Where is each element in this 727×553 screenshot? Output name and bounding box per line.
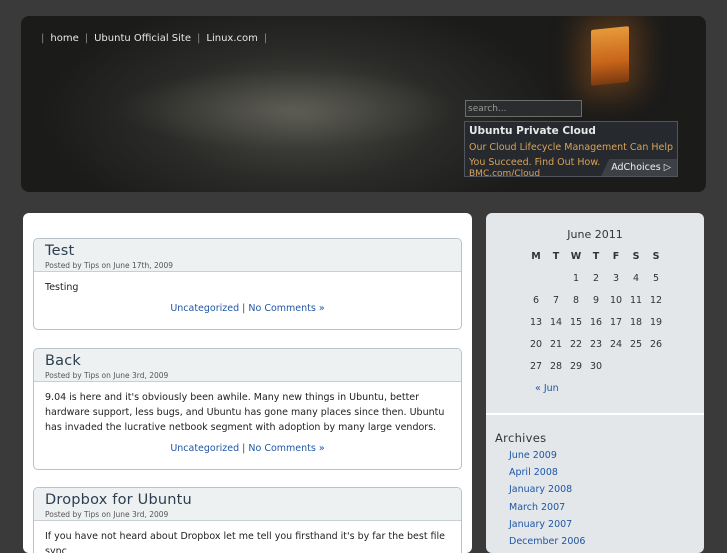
calendar-day: 5	[652, 273, 660, 284]
weekday-label: S	[652, 251, 660, 262]
calendar-day: 9	[592, 295, 600, 306]
archive-link[interactable]: January 2008	[509, 484, 585, 501]
calendar-day: 25	[629, 339, 643, 350]
calendar-day: 13	[529, 317, 543, 328]
ad-url[interactable]: BMC.com/Cloud	[469, 169, 540, 176]
calendar-day	[626, 356, 646, 378]
calendar-day: 7	[552, 295, 560, 306]
calendar-day	[546, 268, 566, 290]
nav-ubuntu-official-link[interactable]: Ubuntu Official Site	[94, 33, 191, 44]
calendar-day: 21	[549, 339, 563, 350]
main-content: Test Posted by Tips on June 17th, 2009 T…	[23, 213, 472, 553]
archive-link[interactable]: December 2006	[509, 536, 585, 553]
archive-link[interactable]: June 2009	[509, 450, 585, 467]
calendar-day	[526, 268, 546, 290]
weekday-label: M	[531, 251, 541, 262]
calendar-day: 27	[529, 361, 543, 372]
comments-link[interactable]: No Comments »	[248, 303, 324, 314]
nav-separator: |	[197, 33, 201, 44]
calendar-day: 6	[532, 295, 540, 306]
calendar-day: 4	[632, 273, 640, 284]
calendar-day: 14	[549, 317, 563, 328]
nav-home-link[interactable]: home	[50, 33, 78, 44]
weekday-label: S	[632, 251, 640, 262]
archive-link[interactable]: January 2007	[509, 519, 585, 536]
calendar-day: 28	[549, 361, 563, 372]
post: Back Posted by Tips on June 3rd, 2009 9.…	[33, 348, 462, 470]
ad-title[interactable]: Ubuntu Private Cloud	[469, 125, 596, 137]
calendar-day: 1	[572, 273, 580, 284]
post-body: 9.04 is here and it's obviously been awh…	[45, 392, 445, 433]
top-nav: | home | Ubuntu Official Site | Linux.com |	[35, 33, 273, 44]
header-lamp-graphic	[591, 26, 629, 86]
post-footer: Uncategorized | No Comments »	[34, 295, 461, 320]
ad-box[interactable]: Ubuntu Private Cloud Our Cloud Lifecycle…	[464, 121, 678, 177]
calendar-day: 11	[629, 295, 643, 306]
archives-title: Archives	[495, 431, 547, 445]
calendar-day	[646, 356, 666, 378]
post-meta: Posted by Tips on June 17th, 2009	[45, 261, 174, 270]
post-body: If you have not heard about Dropbox let …	[45, 531, 446, 553]
adchoices-button[interactable]: AdChoices ▷	[601, 159, 677, 176]
calendar-day: 18	[629, 317, 643, 328]
category-link[interactable]: Uncategorized	[170, 443, 239, 454]
nav-linux-com-link[interactable]: Linux.com	[206, 33, 257, 44]
site-header: | home | Ubuntu Official Site | Linux.com | Ub…	[21, 16, 706, 192]
calendar-week-row: 1 2 3 4 5	[526, 268, 666, 290]
calendar-week-row: 13 14 15 16 17 18 19	[526, 312, 666, 334]
post-body: Testing	[45, 282, 79, 293]
archive-list: June 2009 April 2008 January 2008 March …	[509, 450, 585, 553]
calendar-day: 12	[649, 295, 663, 306]
calendar-week-row: 27 28 29 30	[526, 356, 666, 378]
post: Dropbox for Ubuntu Posted by Tips on Jun…	[33, 487, 462, 553]
comments-link[interactable]: No Comments »	[248, 443, 324, 454]
nav-separator: |	[84, 33, 89, 44]
weekday-label: T	[552, 251, 560, 262]
calendar-day: 17	[609, 317, 623, 328]
post-header: Dropbox for Ubuntu Posted by Tips on Jun…	[34, 488, 461, 521]
calendar-day: 3	[612, 273, 620, 284]
sidebar: June 2011 M T W T F S S 1 2 3 4 5 6 7 8 …	[486, 213, 704, 553]
post-meta: Posted by Tips on June 3rd, 2009	[45, 371, 169, 380]
nav-separator: |	[263, 33, 268, 44]
post-meta: Posted by Tips on June 3rd, 2009	[45, 510, 169, 519]
post-footer: Uncategorized | No Comments »	[34, 435, 461, 460]
weekday-label: F	[612, 251, 620, 262]
calendar-week-row: 6 7 8 9 10 11 12	[526, 290, 666, 312]
search-input[interactable]	[465, 100, 582, 117]
post-title[interactable]: Test	[45, 243, 74, 259]
calendar-day: 2	[592, 273, 600, 284]
calendar-prev-month-link[interactable]: « Jun	[535, 383, 559, 394]
sidebar-divider	[486, 413, 704, 415]
calendar-caption: June 2011	[567, 228, 623, 241]
calendar-day: 23	[589, 339, 603, 350]
calendar-grid: M T W T F S S 1 2 3 4 5 6 7 8 9 10 11 12…	[526, 246, 666, 378]
calendar-day: 20	[529, 339, 543, 350]
calendar-weekday-row: M T W T F S S	[526, 246, 666, 268]
weekday-label: T	[592, 251, 600, 262]
weekday-label: W	[570, 251, 582, 262]
calendar-day: 16	[589, 317, 603, 328]
calendar-day: 29	[569, 361, 583, 372]
calendar-day: 8	[572, 295, 580, 306]
post-title[interactable]: Back	[45, 353, 81, 369]
post-header: Back Posted by Tips on June 3rd, 2009	[34, 349, 461, 382]
post: Test Posted by Tips on June 17th, 2009 T…	[33, 238, 462, 330]
calendar-day: 26	[649, 339, 663, 350]
calendar-week-row: 20 21 22 23 24 25 26	[526, 334, 666, 356]
calendar-day: 15	[569, 317, 583, 328]
nav-separator: |	[41, 33, 45, 44]
calendar-day: 10	[609, 295, 623, 306]
calendar-day	[606, 356, 626, 378]
post-header: Test Posted by Tips on June 17th, 2009	[34, 239, 461, 272]
calendar-day: 24	[609, 339, 623, 350]
calendar-day: 22	[569, 339, 583, 350]
archive-link[interactable]: March 2007	[509, 502, 585, 519]
post-title[interactable]: Dropbox for Ubuntu	[45, 492, 192, 508]
category-link[interactable]: Uncategorized	[170, 303, 239, 314]
calendar-day: 19	[649, 317, 663, 328]
calendar-day: 30	[589, 361, 603, 372]
archive-link[interactable]: April 2008	[509, 467, 585, 484]
